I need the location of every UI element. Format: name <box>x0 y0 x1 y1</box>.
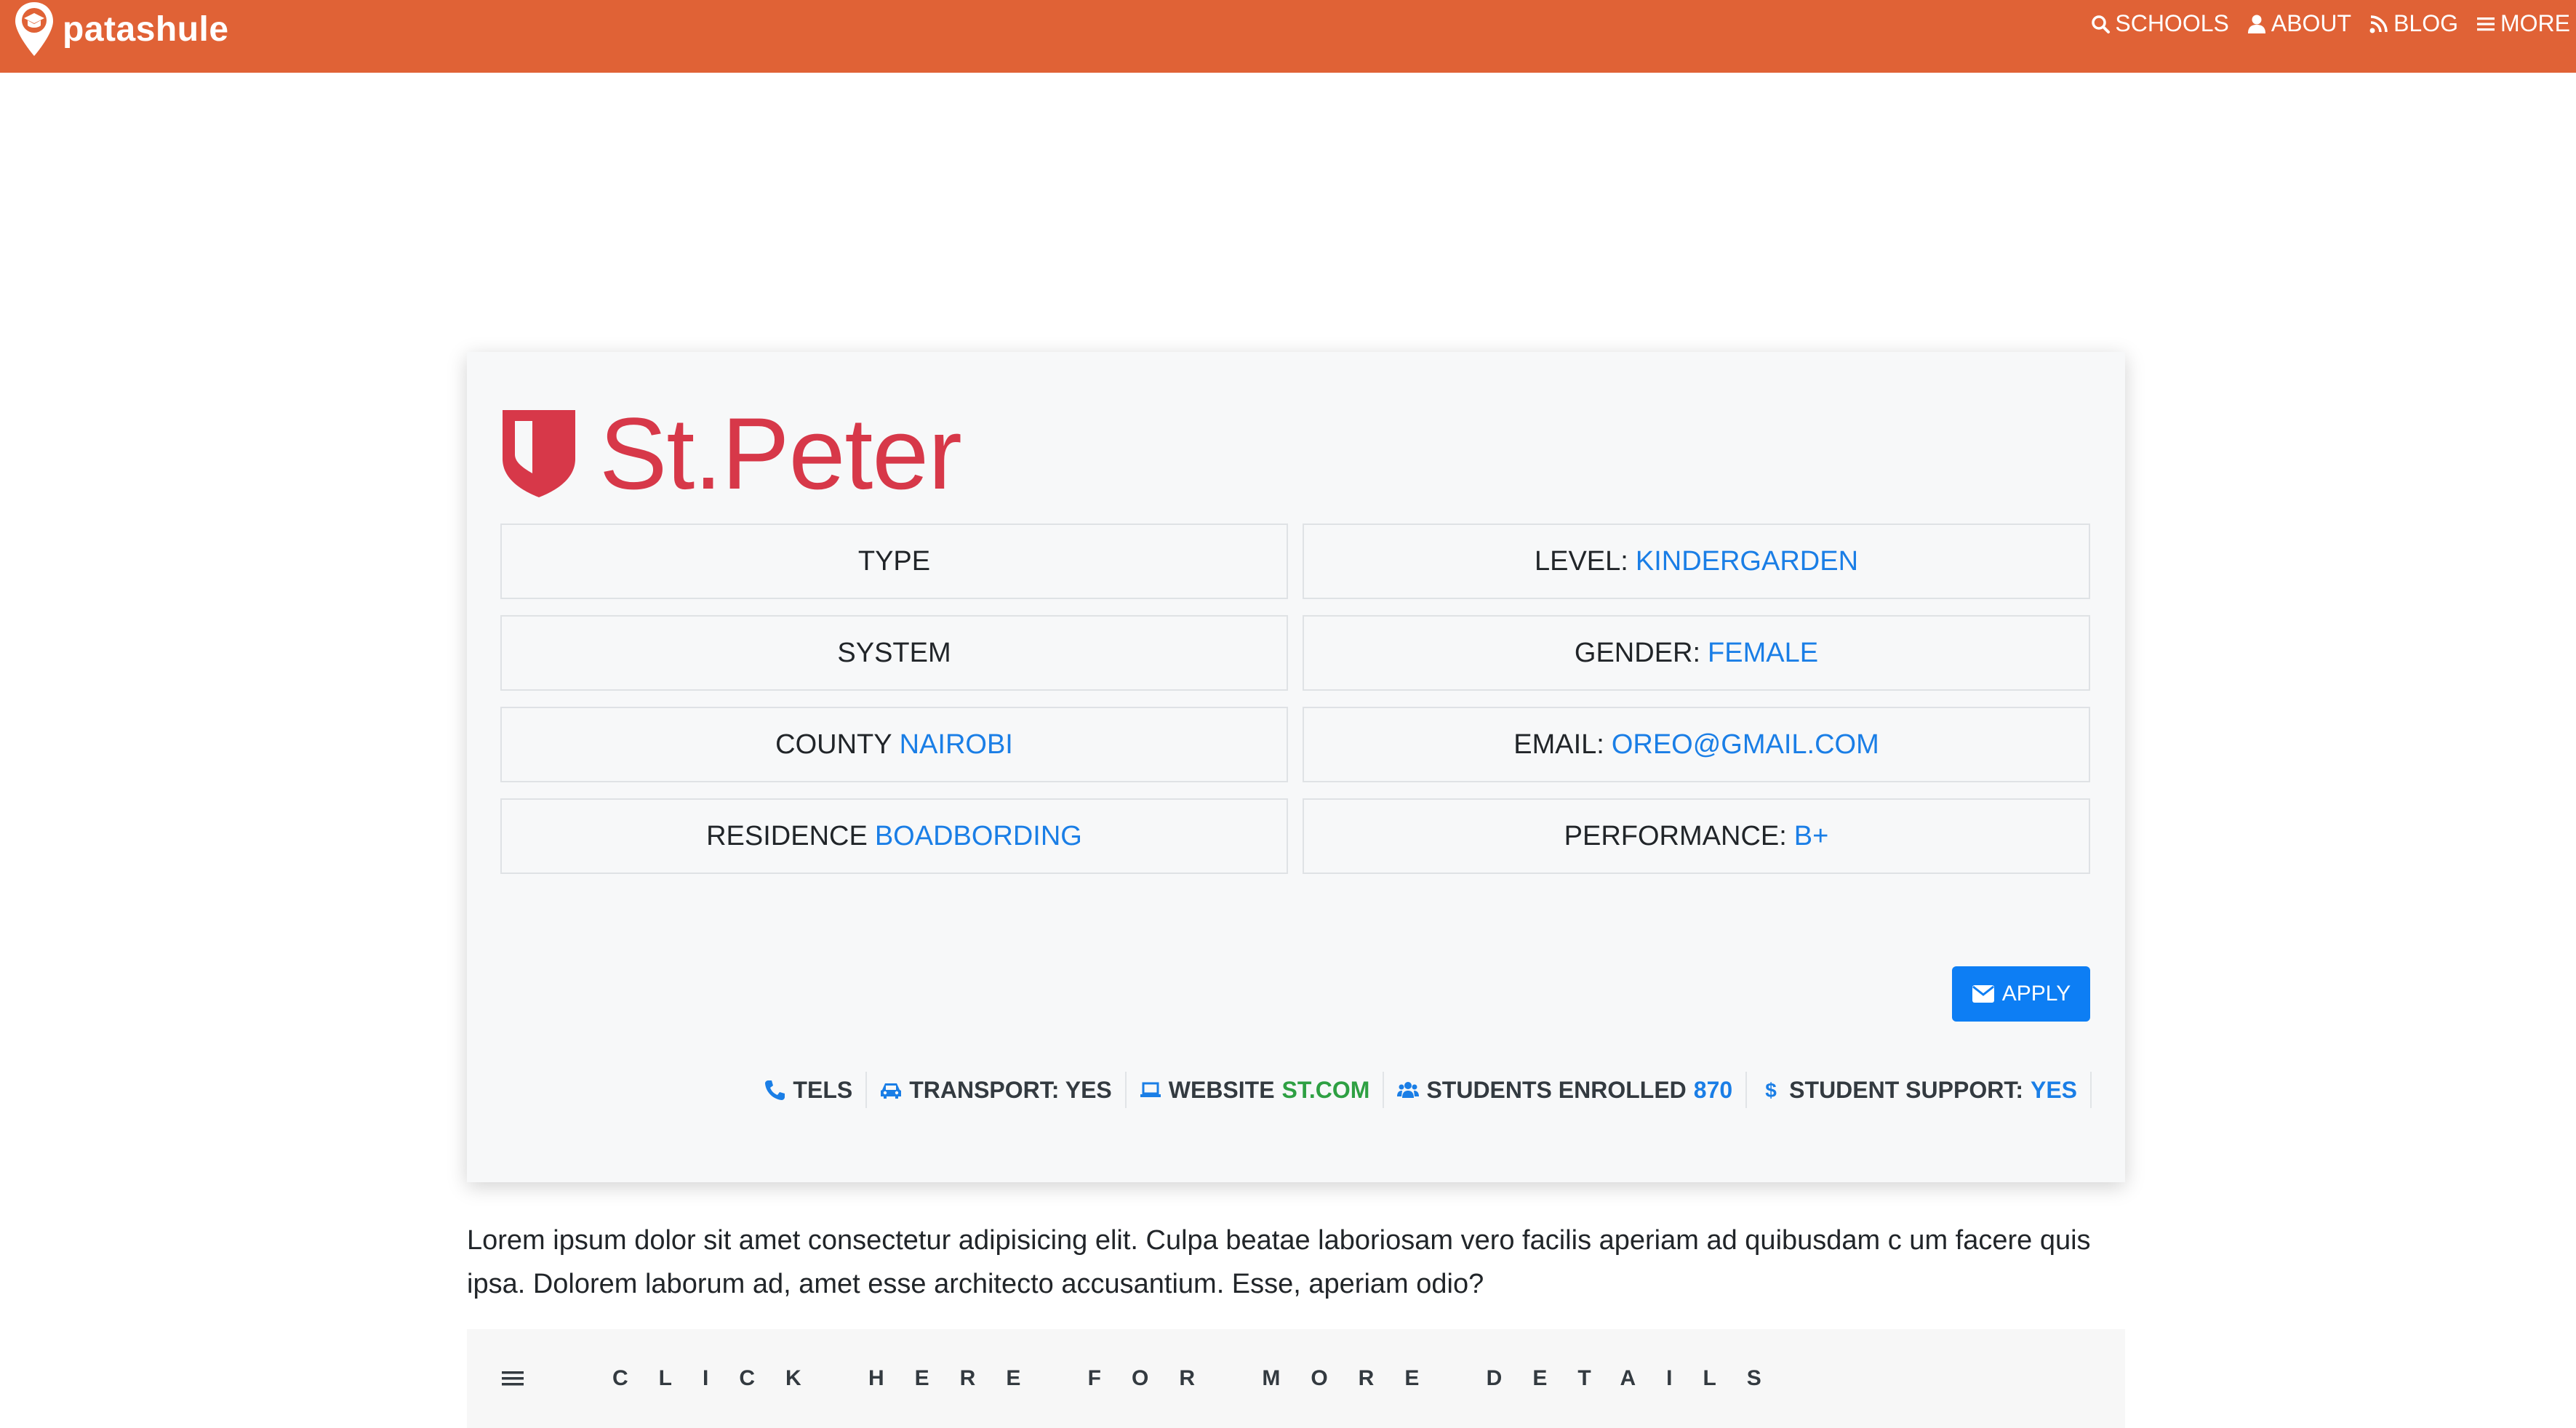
rss-icon <box>2369 15 2388 33</box>
school-name: St.Peter <box>599 396 962 510</box>
nav-links: SCHOOLS ABOUT BLOG MORE <box>2090 10 2570 37</box>
top-navbar: patashule SCHOOLS ABOUT BLOG MORE <box>0 0 2576 73</box>
field-performance-value[interactable]: B+ <box>1794 821 1829 852</box>
info-website-label: WEBSITE <box>1168 1076 1275 1103</box>
field-county: COUNTY NAIROBI <box>500 707 1288 782</box>
field-county-value[interactable]: NAIROBI <box>900 729 1013 761</box>
field-email-label: EMAIL: <box>1513 729 1604 760</box>
nav-more[interactable]: MORE <box>2476 10 2570 37</box>
info-tels-label: TELS <box>793 1076 853 1103</box>
school-details-grid: TYPE LEVEL: KINDERGARDEN SYSTEM GENDER: … <box>500 524 2090 874</box>
users-icon <box>1397 1082 1420 1098</box>
car-icon <box>881 1083 902 1099</box>
info-students-value: 870 <box>1693 1076 1733 1103</box>
field-level: LEVEL: KINDERGARDEN <box>1303 524 2090 599</box>
field-gender-value[interactable]: FEMALE <box>1708 638 1818 669</box>
bars-icon <box>2477 17 2495 31</box>
info-support-value: YES <box>2030 1076 2077 1103</box>
field-performance-label: PERFORMANCE: <box>1564 820 1787 851</box>
user-icon <box>2247 15 2265 33</box>
info-transport-label: TRANSPORT: YES <box>909 1076 1112 1103</box>
search-icon <box>2092 15 2111 33</box>
info-support: $ STUDENT SUPPORT: YES <box>1747 1072 2092 1108</box>
brand-name: patashule <box>63 9 229 49</box>
field-system: SYSTEM <box>500 615 1288 691</box>
field-level-value[interactable]: KINDERGARDEN <box>1636 546 1858 577</box>
laptop-icon <box>1140 1082 1161 1097</box>
info-transport: TRANSPORT: YES <box>867 1072 1127 1108</box>
dollar-icon: $ <box>1765 1079 1777 1101</box>
nav-blog[interactable]: BLOG <box>2369 10 2458 37</box>
field-type: TYPE <box>500 524 1288 599</box>
svg-text:$: $ <box>1765 1079 1777 1101</box>
more-details-label: CLICK HERE FOR MORE DETAILS <box>612 1366 1792 1390</box>
nav-blog-label: BLOG <box>2393 10 2458 36</box>
nav-about[interactable]: ABOUT <box>2247 10 2351 37</box>
field-residence-label: RESIDENCE <box>706 820 868 851</box>
location-pin-icon <box>15 2 53 56</box>
field-system-label: SYSTEM <box>837 637 951 668</box>
menu-icon <box>502 1371 524 1386</box>
field-email-value[interactable]: OREO@GMAIL.COM <box>1612 729 1879 761</box>
nav-schools[interactable]: SCHOOLS <box>2090 10 2229 37</box>
more-details-toggle[interactable]: CLICK HERE FOR MORE DETAILS <box>467 1329 2125 1428</box>
school-info-row: TELS TRANSPORT: YES WEBSITE ST.COM STUDE… <box>751 1072 2092 1108</box>
school-title: St.Peter <box>500 396 962 510</box>
shield-icon <box>503 410 575 497</box>
field-residence: RESIDENCE BOADBORDING <box>500 798 1288 874</box>
field-county-label: COUNTY <box>775 729 892 760</box>
field-email: EMAIL: OREO@GMAIL.COM <box>1303 707 2090 782</box>
field-performance: PERFORMANCE: B+ <box>1303 798 2090 874</box>
nav-more-label: MORE <box>2500 10 2570 36</box>
school-card: St.Peter TYPE LEVEL: KINDERGARDEN SYSTEM… <box>467 352 2125 1182</box>
nav-about-label: ABOUT <box>2271 10 2352 36</box>
info-website-value[interactable]: ST.COM <box>1282 1077 1370 1104</box>
field-gender-label: GENDER: <box>1574 637 1701 668</box>
field-type-label: TYPE <box>857 545 931 577</box>
apply-label: APPLY <box>2001 982 2071 1006</box>
info-support-label: STUDENT SUPPORT: <box>1789 1076 2023 1103</box>
info-website: WEBSITE ST.COM <box>1127 1072 1385 1108</box>
phone-icon <box>765 1080 785 1100</box>
apply-button[interactable]: APPLY <box>1952 966 2090 1022</box>
field-gender: GENDER: FEMALE <box>1303 615 2090 691</box>
envelope-icon <box>1972 985 1994 1003</box>
brand-logo[interactable]: patashule <box>13 0 229 58</box>
info-students: STUDENTS ENROLLED 870 <box>1384 1072 1748 1108</box>
field-residence-value[interactable]: BOADBORDING <box>875 821 1082 852</box>
nav-schools-label: SCHOOLS <box>2115 10 2229 36</box>
school-description: Lorem ipsum dolor sit amet consectetur a… <box>467 1225 2091 1299</box>
info-tels[interactable]: TELS <box>751 1072 868 1108</box>
info-students-label: STUDENTS ENROLLED <box>1426 1076 1687 1103</box>
field-level-label: LEVEL: <box>1534 545 1628 577</box>
